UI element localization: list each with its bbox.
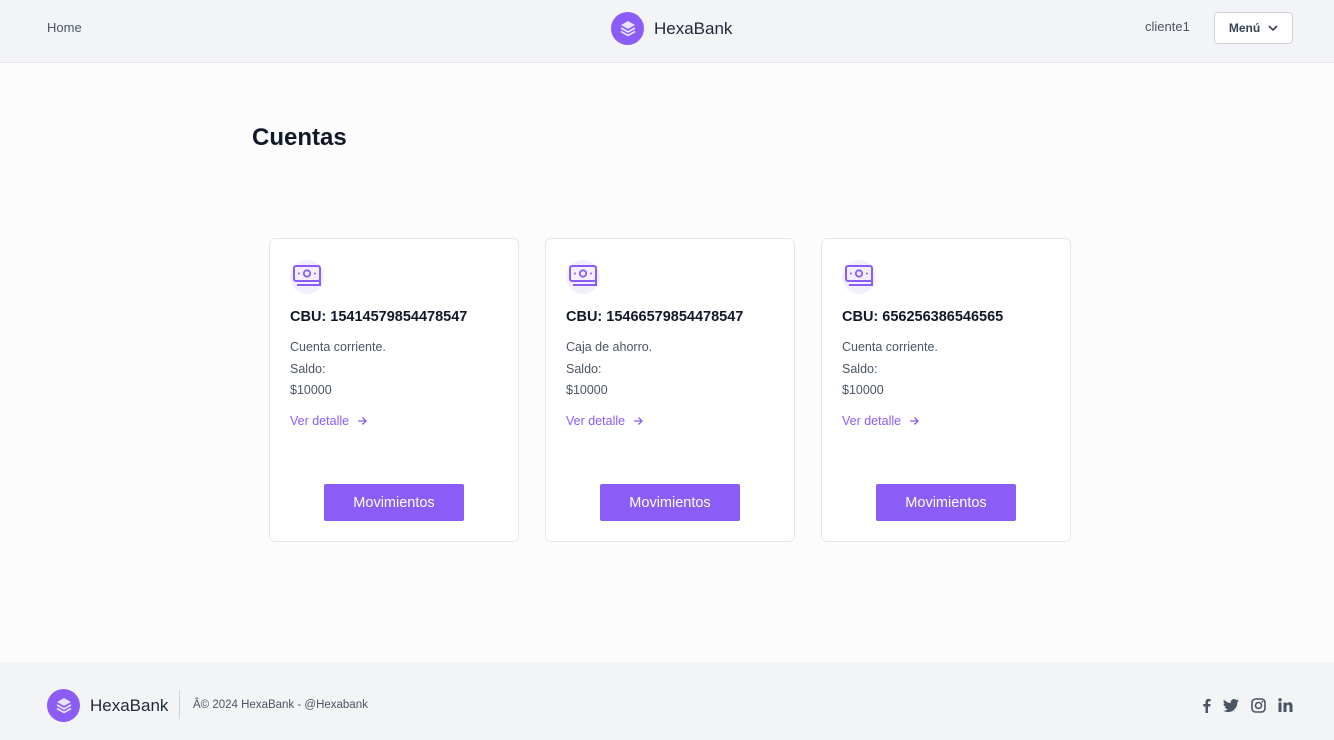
balance-value: $10000	[290, 383, 332, 397]
view-detail-label: Ver detalle	[290, 414, 350, 428]
banknote-icon	[566, 260, 600, 294]
view-detail-link[interactable]: Ver detalle	[290, 414, 367, 428]
view-detail-link[interactable]: Ver detalle	[566, 414, 643, 428]
facebook-icon[interactable]	[1197, 697, 1215, 713]
balance-label: Saldo:	[842, 362, 878, 376]
instagram-icon[interactable]	[1249, 697, 1267, 713]
view-detail-link[interactable]: Ver detalle	[842, 414, 919, 428]
footer: HexaBank Â© 2024 HexaBank - @Hexabank	[0, 662, 1334, 740]
footer-divider	[179, 690, 180, 719]
account-cbu: CBU: 656256386546565	[842, 309, 1004, 325]
copyright-text: Â© 2024 HexaBank - @Hexabank	[193, 699, 368, 711]
account-card: CBU: 15414579854478547 Cuenta corriente.…	[269, 238, 519, 542]
account-card: CBU: 656256386546565 Cuenta corriente. S…	[821, 238, 1071, 542]
top-navbar: Home HexaBank cliente1 Menú	[0, 0, 1334, 63]
account-type: Caja de ahorro.	[566, 340, 653, 354]
view-detail-label: Ver detalle	[566, 414, 626, 428]
banknote-icon	[290, 260, 324, 294]
footer-brand-name: HexaBank	[90, 695, 169, 715]
account-card: CBU: 15466579854478547 Caja de ahorro. S…	[545, 238, 795, 542]
page-title: Cuentas	[252, 124, 347, 151]
menu-button[interactable]: Menú	[1214, 12, 1293, 44]
home-link[interactable]: Home	[47, 20, 82, 35]
account-type: Cuenta corriente.	[290, 340, 386, 354]
movements-button[interactable]: Movimientos	[876, 484, 1016, 521]
view-detail-label: Ver detalle	[842, 414, 902, 428]
movements-button[interactable]: Movimientos	[324, 484, 464, 521]
banknote-icon	[842, 260, 876, 294]
arrow-right-icon	[357, 416, 367, 426]
twitter-icon[interactable]	[1222, 697, 1240, 713]
username-label: cliente1	[1145, 19, 1190, 34]
balance-label: Saldo:	[290, 362, 326, 376]
movements-button[interactable]: Movimientos	[600, 484, 740, 521]
arrow-right-icon	[909, 416, 919, 426]
brand[interactable]: HexaBank	[611, 12, 732, 45]
menu-button-label: Menú	[1228, 21, 1261, 35]
linkedin-icon[interactable]	[1276, 697, 1294, 713]
account-cbu: CBU: 15414579854478547	[290, 309, 468, 325]
brand-name: HexaBank	[654, 18, 733, 38]
account-type: Cuenta corriente.	[842, 340, 938, 354]
hexabank-logo-icon	[47, 689, 80, 722]
balance-value: $10000	[566, 383, 608, 397]
account-cbu: CBU: 15466579854478547	[566, 309, 744, 325]
arrow-right-icon	[633, 416, 643, 426]
hexabank-logo-icon	[611, 12, 644, 45]
balance-value: $10000	[842, 383, 884, 397]
chevron-down-icon	[1268, 24, 1278, 32]
footer-brand[interactable]: HexaBank	[47, 689, 168, 722]
balance-label: Saldo:	[566, 362, 602, 376]
